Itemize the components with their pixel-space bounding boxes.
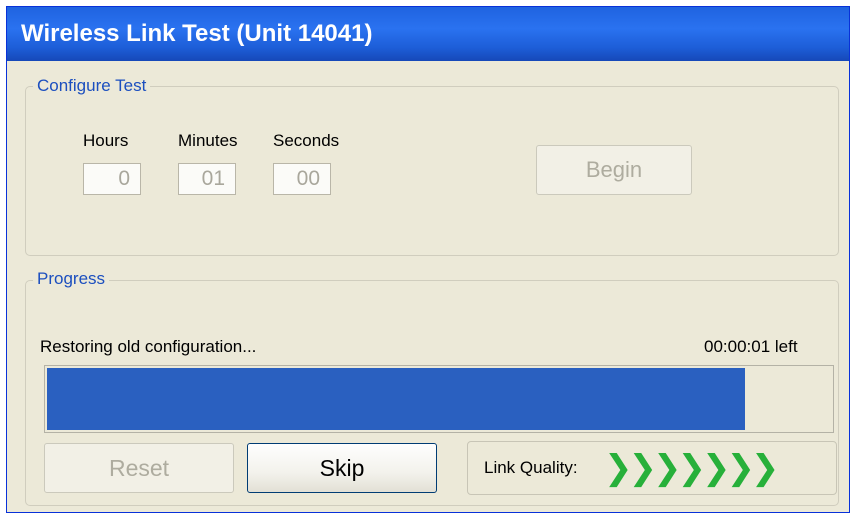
time-left-text: 00:00:01 left <box>704 337 798 356</box>
reset-button[interactable]: Reset <box>44 443 234 493</box>
wireless-link-test-window: Wireless Link Test (Unit 14041) Configur… <box>6 6 850 513</box>
seconds-field[interactable]: 00 <box>273 163 331 195</box>
link-quality-arrows-icon: ❯❯❯❯❯❯❯ <box>604 448 779 488</box>
window-title: Wireless Link Test (Unit 14041) <box>21 20 373 47</box>
minutes-field[interactable]: 01 <box>178 163 236 195</box>
title-bar[interactable]: Wireless Link Test (Unit 14041) <box>7 7 849 61</box>
status-text: Restoring old configuration... <box>40 337 257 356</box>
link-quality-label: Link Quality: <box>484 458 578 477</box>
link-quality-panel: Link Quality: ❯❯❯❯❯❯❯ <box>467 441 837 495</box>
configure-test-group <box>25 86 839 256</box>
skip-button[interactable]: Skip <box>247 443 437 493</box>
configure-test-label: Configure Test <box>33 76 151 96</box>
progress-bar <box>44 365 834 433</box>
seconds-label: Seconds <box>273 131 340 150</box>
begin-button[interactable]: Begin <box>536 145 692 195</box>
minutes-label: Minutes <box>178 131 238 150</box>
progress-label: Progress <box>33 269 110 289</box>
hours-label: Hours <box>83 131 129 150</box>
hours-field[interactable]: 0 <box>83 163 141 195</box>
progress-bar-fill <box>47 368 745 430</box>
